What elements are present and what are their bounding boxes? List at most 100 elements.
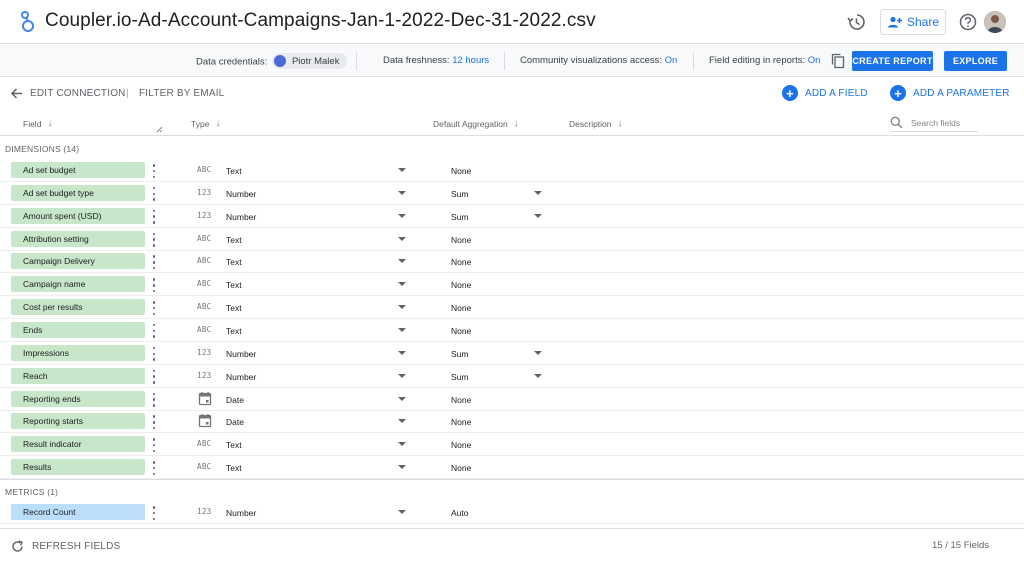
explore-button[interactable]: EXPLORE [944,51,1007,71]
field-name-chip[interactable]: Reporting starts [11,413,145,430]
history-icon[interactable] [846,12,866,32]
field-editing-value-link[interactable]: On [808,55,821,66]
column-default-aggregation[interactable]: Default Aggregation ↓ [433,118,519,129]
chevron-down-icon[interactable] [398,396,406,401]
more-vert-icon[interactable] [150,369,158,384]
refresh-fields-label: REFRESH FIELDS [32,541,121,552]
divider [693,52,694,70]
field-type-select[interactable]: Text [226,166,242,176]
add-parameter-button[interactable]: + ADD A PARAMETER [890,85,1010,101]
user-avatar[interactable] [984,11,1006,33]
community-value-link[interactable]: On [665,55,678,66]
field-type-select[interactable]: Text [226,235,242,245]
credentials-chip[interactable]: Piotr Malek [271,53,348,69]
chevron-down-icon[interactable] [534,373,542,378]
field-type-select[interactable]: Number [226,212,256,222]
field-aggregation[interactable]: Sum [451,212,468,222]
field-name-chip[interactable]: Result indicator [11,436,145,453]
field-row: Result indicator ABC Text None [0,433,1024,457]
field-aggregation[interactable]: Sum [451,349,468,359]
field-aggregation[interactable]: Sum [451,189,468,199]
field-name-chip[interactable]: Ends [11,321,145,338]
chevron-down-icon[interactable] [398,236,406,241]
logo-icon[interactable] [18,11,38,33]
back-arrow-icon[interactable] [10,87,23,100]
chevron-down-icon[interactable] [398,305,406,310]
field-type-select[interactable]: Text [226,440,242,450]
help-icon[interactable] [958,12,978,32]
field-name-chip[interactable]: Attribution setting [11,230,145,247]
field-type-select[interactable]: Text [226,257,242,267]
field-type-select[interactable]: Number [226,372,256,382]
field-name-chip[interactable]: Cost per results [11,299,145,316]
more-vert-icon[interactable] [150,278,158,293]
field-type-select[interactable]: Text [226,303,242,313]
chevron-down-icon[interactable] [398,373,406,378]
more-vert-icon[interactable] [150,392,158,407]
field-name-chip[interactable]: Campaign Delivery [11,253,145,270]
footer-bar: REFRESH FIELDS 15 / 15 Fields [0,528,1024,564]
chevron-down-icon[interactable] [398,327,406,332]
more-vert-icon[interactable] [150,232,158,247]
more-vert-icon[interactable] [150,346,158,361]
field-type-select[interactable]: Text [226,280,242,290]
more-vert-icon[interactable] [150,255,158,270]
search-fields-input[interactable] [911,117,975,128]
more-vert-icon[interactable] [150,209,158,224]
field-type-select[interactable]: Date [226,395,244,405]
refresh-fields-button[interactable]: REFRESH FIELDS [11,540,120,553]
field-type-select[interactable]: Text [226,326,242,336]
copy-icon[interactable] [831,53,845,69]
field-name-chip[interactable]: Amount spent (USD) [11,207,145,224]
more-vert-icon[interactable] [150,506,158,520]
column-field[interactable]: Field ↓ [23,118,52,129]
more-vert-icon[interactable] [150,461,158,476]
more-vert-icon[interactable] [150,323,158,338]
column-type[interactable]: Type ↓ [191,118,220,129]
more-vert-icon[interactable] [150,301,158,316]
chevron-down-icon[interactable] [534,350,542,355]
chevron-down-icon[interactable] [398,259,406,264]
field-name-chip[interactable]: Ad set budget [11,162,145,178]
chevron-down-icon[interactable] [398,350,406,355]
field-name-chip[interactable]: Reach [11,367,145,384]
field-type-select[interactable]: Number [226,189,256,199]
field-name-chip[interactable]: Reporting ends [11,390,145,407]
chevron-down-icon[interactable] [398,190,406,195]
create-report-button[interactable]: CREATE REPORT [852,51,933,71]
resize-handle-icon[interactable] [156,126,163,133]
chevron-down-icon[interactable] [398,282,406,287]
field-name: Attribution setting [23,233,89,244]
add-parameter-label: ADD A PARAMETER [913,87,1010,99]
column-description[interactable]: Description ↓ [569,118,623,129]
chevron-down-icon[interactable] [534,213,542,218]
chevron-down-icon[interactable] [398,168,406,172]
field-type-select[interactable]: Number [226,508,256,518]
more-vert-icon[interactable] [150,415,158,430]
field-name: Cost per results [23,302,83,313]
chevron-down-icon[interactable] [398,213,406,218]
field-name-chip[interactable]: Campaign name [11,276,145,293]
edit-connection-button[interactable]: EDIT CONNECTION [30,88,126,99]
add-field-button[interactable]: + ADD A FIELD [782,85,868,101]
freshness-value-link[interactable]: 12 hours [452,55,489,66]
filter-by-email-button[interactable]: FILTER BY EMAIL [139,88,224,99]
field-name-chip[interactable]: Impressions [11,344,145,361]
chevron-down-icon[interactable] [398,442,406,447]
field-name-chip[interactable]: Results [11,459,145,476]
field-type-select[interactable]: Text [226,463,242,473]
field-name-chip[interactable]: Ad set budget type [11,184,145,201]
more-vert-icon[interactable] [150,186,158,201]
field-type-select[interactable]: Number [226,349,256,359]
chevron-down-icon[interactable] [398,510,406,514]
add-person-icon [887,16,902,28]
field-type-select[interactable]: Date [226,417,244,427]
field-aggregation[interactable]: Sum [451,372,468,382]
field-name-chip[interactable]: Record Count [11,504,145,520]
more-vert-icon[interactable] [150,438,158,453]
chevron-down-icon[interactable] [398,419,406,424]
chevron-down-icon[interactable] [534,190,542,195]
share-button[interactable]: Share [880,9,946,35]
chevron-down-icon[interactable] [398,465,406,470]
more-vert-icon[interactable] [150,164,158,178]
